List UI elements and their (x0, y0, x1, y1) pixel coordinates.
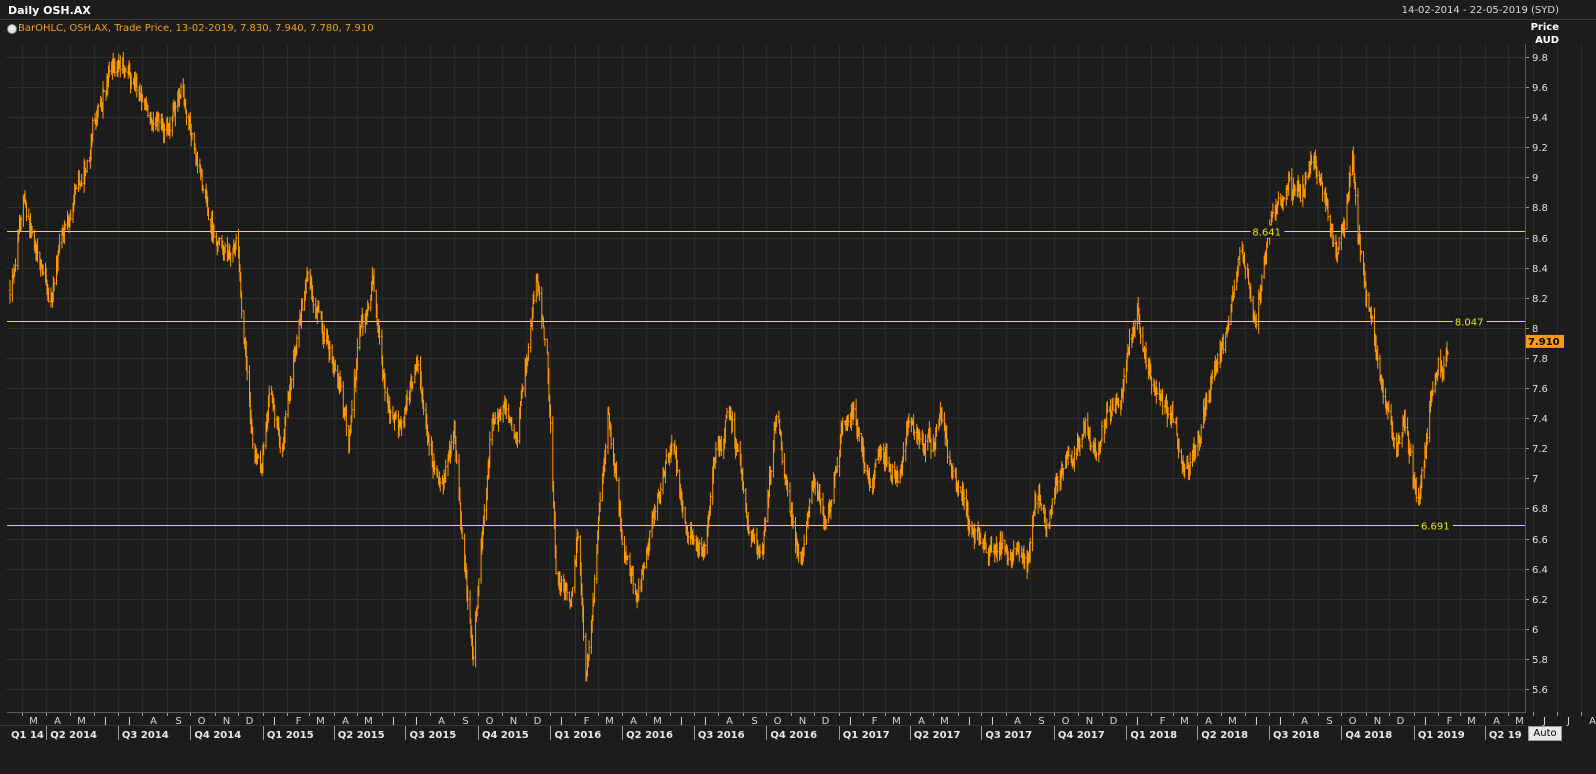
x-quarter-label: Q4 2014 (194, 730, 241, 741)
x-quarter-label: Q3 2015 (409, 730, 456, 741)
x-quarter-label: Q1 2017 (843, 730, 890, 741)
y-tick-label: 9.8 (1532, 53, 1548, 64)
y-tick-label: 6.8 (1532, 504, 1548, 515)
y-tick-label: 8 (1532, 324, 1538, 335)
x-quarter-label: Q2 2018 (1201, 730, 1248, 741)
reference-line-label: 6.691 (1421, 522, 1450, 533)
y-tick-label: 6 (1532, 625, 1538, 636)
y-tick-label: 5.8 (1532, 655, 1548, 666)
x-month-label: A (1589, 716, 1596, 727)
x-quarter-label: Q2 19 (1489, 730, 1522, 741)
x-quarter-label: Q3 2018 (1273, 730, 1320, 741)
x-quarter-label: Q3 2017 (985, 730, 1032, 741)
price-chart[interactable]: 8.641 8.047 6.691 5.6 5.8 6 6.2 6.4 6.6 6.8 7 7.2 7… (0, 0, 1596, 774)
x-quarter-label: Q2 2016 (626, 730, 673, 741)
y-tick-label: 6.6 (1532, 535, 1548, 546)
axis-currency-label: AUD (1535, 35, 1559, 46)
y-tick-label: 6.2 (1532, 595, 1548, 606)
x-quarter-label: Q3 2016 (698, 730, 745, 741)
reference-line-label: 8.047 (1455, 318, 1484, 329)
auto-scale-button[interactable]: Auto (1528, 726, 1562, 741)
y-tick-label: 7 (1532, 474, 1538, 485)
y-tick-label: 8.2 (1532, 294, 1548, 305)
x-quarter-label: Q1 14 (11, 730, 44, 741)
axis-price-label: Price (1530, 22, 1559, 33)
x-month-label: J (1566, 716, 1570, 727)
window-title: Daily OSH.AX (8, 4, 91, 17)
reference-line-label: 8.641 (1252, 228, 1281, 239)
x-quarter-label: Q2 2017 (914, 730, 961, 741)
x-quarter-label: Q3 2014 (122, 730, 169, 741)
y-tick-label: 9.6 (1532, 83, 1548, 94)
y-tick-label: 5.6 (1532, 685, 1548, 696)
y-tick-label: 7.8 (1532, 354, 1548, 365)
x-quarter-label: Q4 2016 (770, 730, 817, 741)
y-tick-label: 8.8 (1532, 203, 1548, 214)
y-tick-label: 6.4 (1532, 565, 1548, 576)
x-quarter-label: Q1 2016 (554, 730, 601, 741)
y-tick-label: 7.2 (1532, 444, 1548, 455)
x-quarter-label: Q4 2017 (1058, 730, 1105, 741)
x-quarter-label: Q4 2015 (482, 730, 529, 741)
y-tick-label: 9 (1532, 173, 1538, 184)
x-quarter-label: Q4 2018 (1345, 730, 1392, 741)
y-tick-label: 7.6 (1532, 384, 1548, 395)
series-settings-icon[interactable] (7, 24, 17, 34)
y-axis[interactable]: 5.6 5.8 6 6.2 6.4 6.6 6.8 7 7.2 7.4 7.6 7.8 8 8.2 8.4 8… (1525, 53, 1548, 696)
series-legend[interactable]: BarOHLC, OSH.AX, Trade Price, 13-02-2019… (18, 23, 374, 34)
x-axis[interactable]: MAMJJASONDJFMAMJJASONDJFMAMJJASONDJFMAMJ… (0, 712, 1596, 741)
x-quarter-label: Q1 2018 (1130, 730, 1177, 741)
y-tick-label: 8.4 (1532, 264, 1548, 275)
x-quarter-label: Q2 2014 (50, 730, 97, 741)
date-range: 14-02-2014 - 22-05-2019 (SYD) (1401, 5, 1559, 16)
last-price-label: 7.910 (1528, 337, 1560, 348)
x-quarter-label: Q1 2019 (1418, 730, 1465, 741)
y-tick-label: 7.4 (1532, 414, 1548, 425)
y-tick-label: 8.6 (1532, 234, 1548, 245)
x-quarter-label: Q1 2015 (267, 730, 314, 741)
x-quarter-label: Q2 2015 (338, 730, 385, 741)
last-price-marker: 7.910 (1526, 334, 1564, 348)
y-tick-label: 9.4 (1532, 113, 1548, 124)
y-tick-label: 9.2 (1532, 143, 1548, 154)
chart-window: 8.641 8.047 6.691 5.6 5.8 6 6.2 6.4 6.6 6.8 7 7.2 7… (0, 0, 1596, 774)
